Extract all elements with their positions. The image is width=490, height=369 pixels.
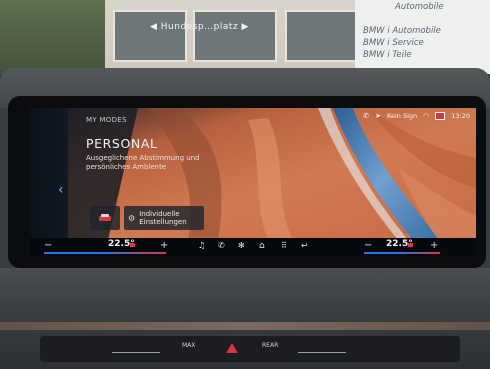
mode-description: Ausgeglichene Abstimmung und persönliche… bbox=[86, 154, 200, 171]
apps-grid-icon[interactable]: ⠿ bbox=[281, 241, 287, 250]
left-temp-indicator bbox=[44, 252, 166, 254]
navigation-arrow-icon: ➤ bbox=[375, 112, 382, 120]
right-temp-plus-button[interactable]: + bbox=[430, 240, 438, 251]
section-label: MY MODES bbox=[86, 116, 127, 124]
clock: 13:20 bbox=[451, 112, 470, 120]
home-icon[interactable]: ⌂ bbox=[259, 241, 265, 251]
background-wall bbox=[0, 0, 110, 74]
mode-title: PERSONAL bbox=[86, 136, 158, 151]
nav-sign-text: Kein Sign bbox=[387, 112, 418, 120]
building-facade: ◀ Hundesp…platz ▶ bbox=[105, 0, 370, 74]
infotainment-screen: ‹ MY MODES PERSONAL Ausgeglichene Abstim… bbox=[30, 108, 476, 256]
climate-bar: − 22.5° + ♫ ✆ ✻ ⌂ ⠿ ↩ − 22.5° + bbox=[30, 238, 476, 256]
phone-icon: ✆ bbox=[363, 112, 370, 120]
building-window bbox=[113, 10, 187, 62]
vehicle-mode-tile[interactable] bbox=[90, 206, 120, 230]
windshield-view: ◀ Hundesp…platz ▶ Automobile BMW i Autom… bbox=[0, 0, 490, 74]
left-temp-minus-button[interactable]: − bbox=[44, 240, 52, 251]
individual-settings-label: Individuelle Einstellungen bbox=[139, 210, 187, 226]
fan-icon[interactable]: ✻ bbox=[238, 241, 245, 250]
hazard-button[interactable] bbox=[226, 343, 238, 353]
seat-heat-icon[interactable] bbox=[408, 243, 413, 247]
settings-gear-icon bbox=[128, 215, 135, 221]
rear-defrost-button[interactable]: REAR bbox=[262, 342, 278, 349]
back-chevron-icon[interactable]: ‹ bbox=[58, 182, 64, 198]
left-temp-plus-button[interactable]: + bbox=[160, 240, 168, 251]
max-defrost-button[interactable]: MAX bbox=[182, 342, 195, 349]
right-temp-minus-button[interactable]: − bbox=[364, 240, 372, 251]
right-temp-slider[interactable] bbox=[298, 352, 346, 353]
status-bar: ✆ ➤ Kein Sign ◠ 13:20 bbox=[363, 112, 470, 120]
building-window bbox=[193, 10, 277, 62]
dealer-line: BMW i Teile bbox=[363, 50, 412, 60]
vehicle-icon bbox=[99, 214, 111, 221]
dealer-line: BMW i Service bbox=[363, 38, 424, 48]
music-icon[interactable]: ♫ bbox=[198, 241, 205, 250]
return-icon[interactable]: ↩ bbox=[301, 241, 308, 250]
dealer-line: Automobile bbox=[395, 2, 444, 12]
wood-trim bbox=[0, 322, 490, 330]
direction-sign: ◀ Hundesp…platz ▶ bbox=[150, 22, 249, 32]
dealer-sign: Automobile BMW i Automobile BMW i Servic… bbox=[355, 0, 490, 74]
wifi-icon: ◠ bbox=[423, 112, 430, 120]
flag-icon bbox=[435, 112, 446, 120]
seat-heat-icon[interactable] bbox=[130, 243, 135, 247]
right-temp-indicator bbox=[364, 252, 440, 254]
individual-settings-tile[interactable]: Individuelle Einstellungen bbox=[124, 206, 204, 230]
building-window bbox=[285, 10, 359, 62]
hvac-control-strip bbox=[40, 336, 460, 362]
left-temp-slider[interactable] bbox=[112, 352, 160, 353]
dealer-line: BMW i Automobile bbox=[363, 26, 441, 36]
phone-icon[interactable]: ✆ bbox=[218, 241, 225, 250]
